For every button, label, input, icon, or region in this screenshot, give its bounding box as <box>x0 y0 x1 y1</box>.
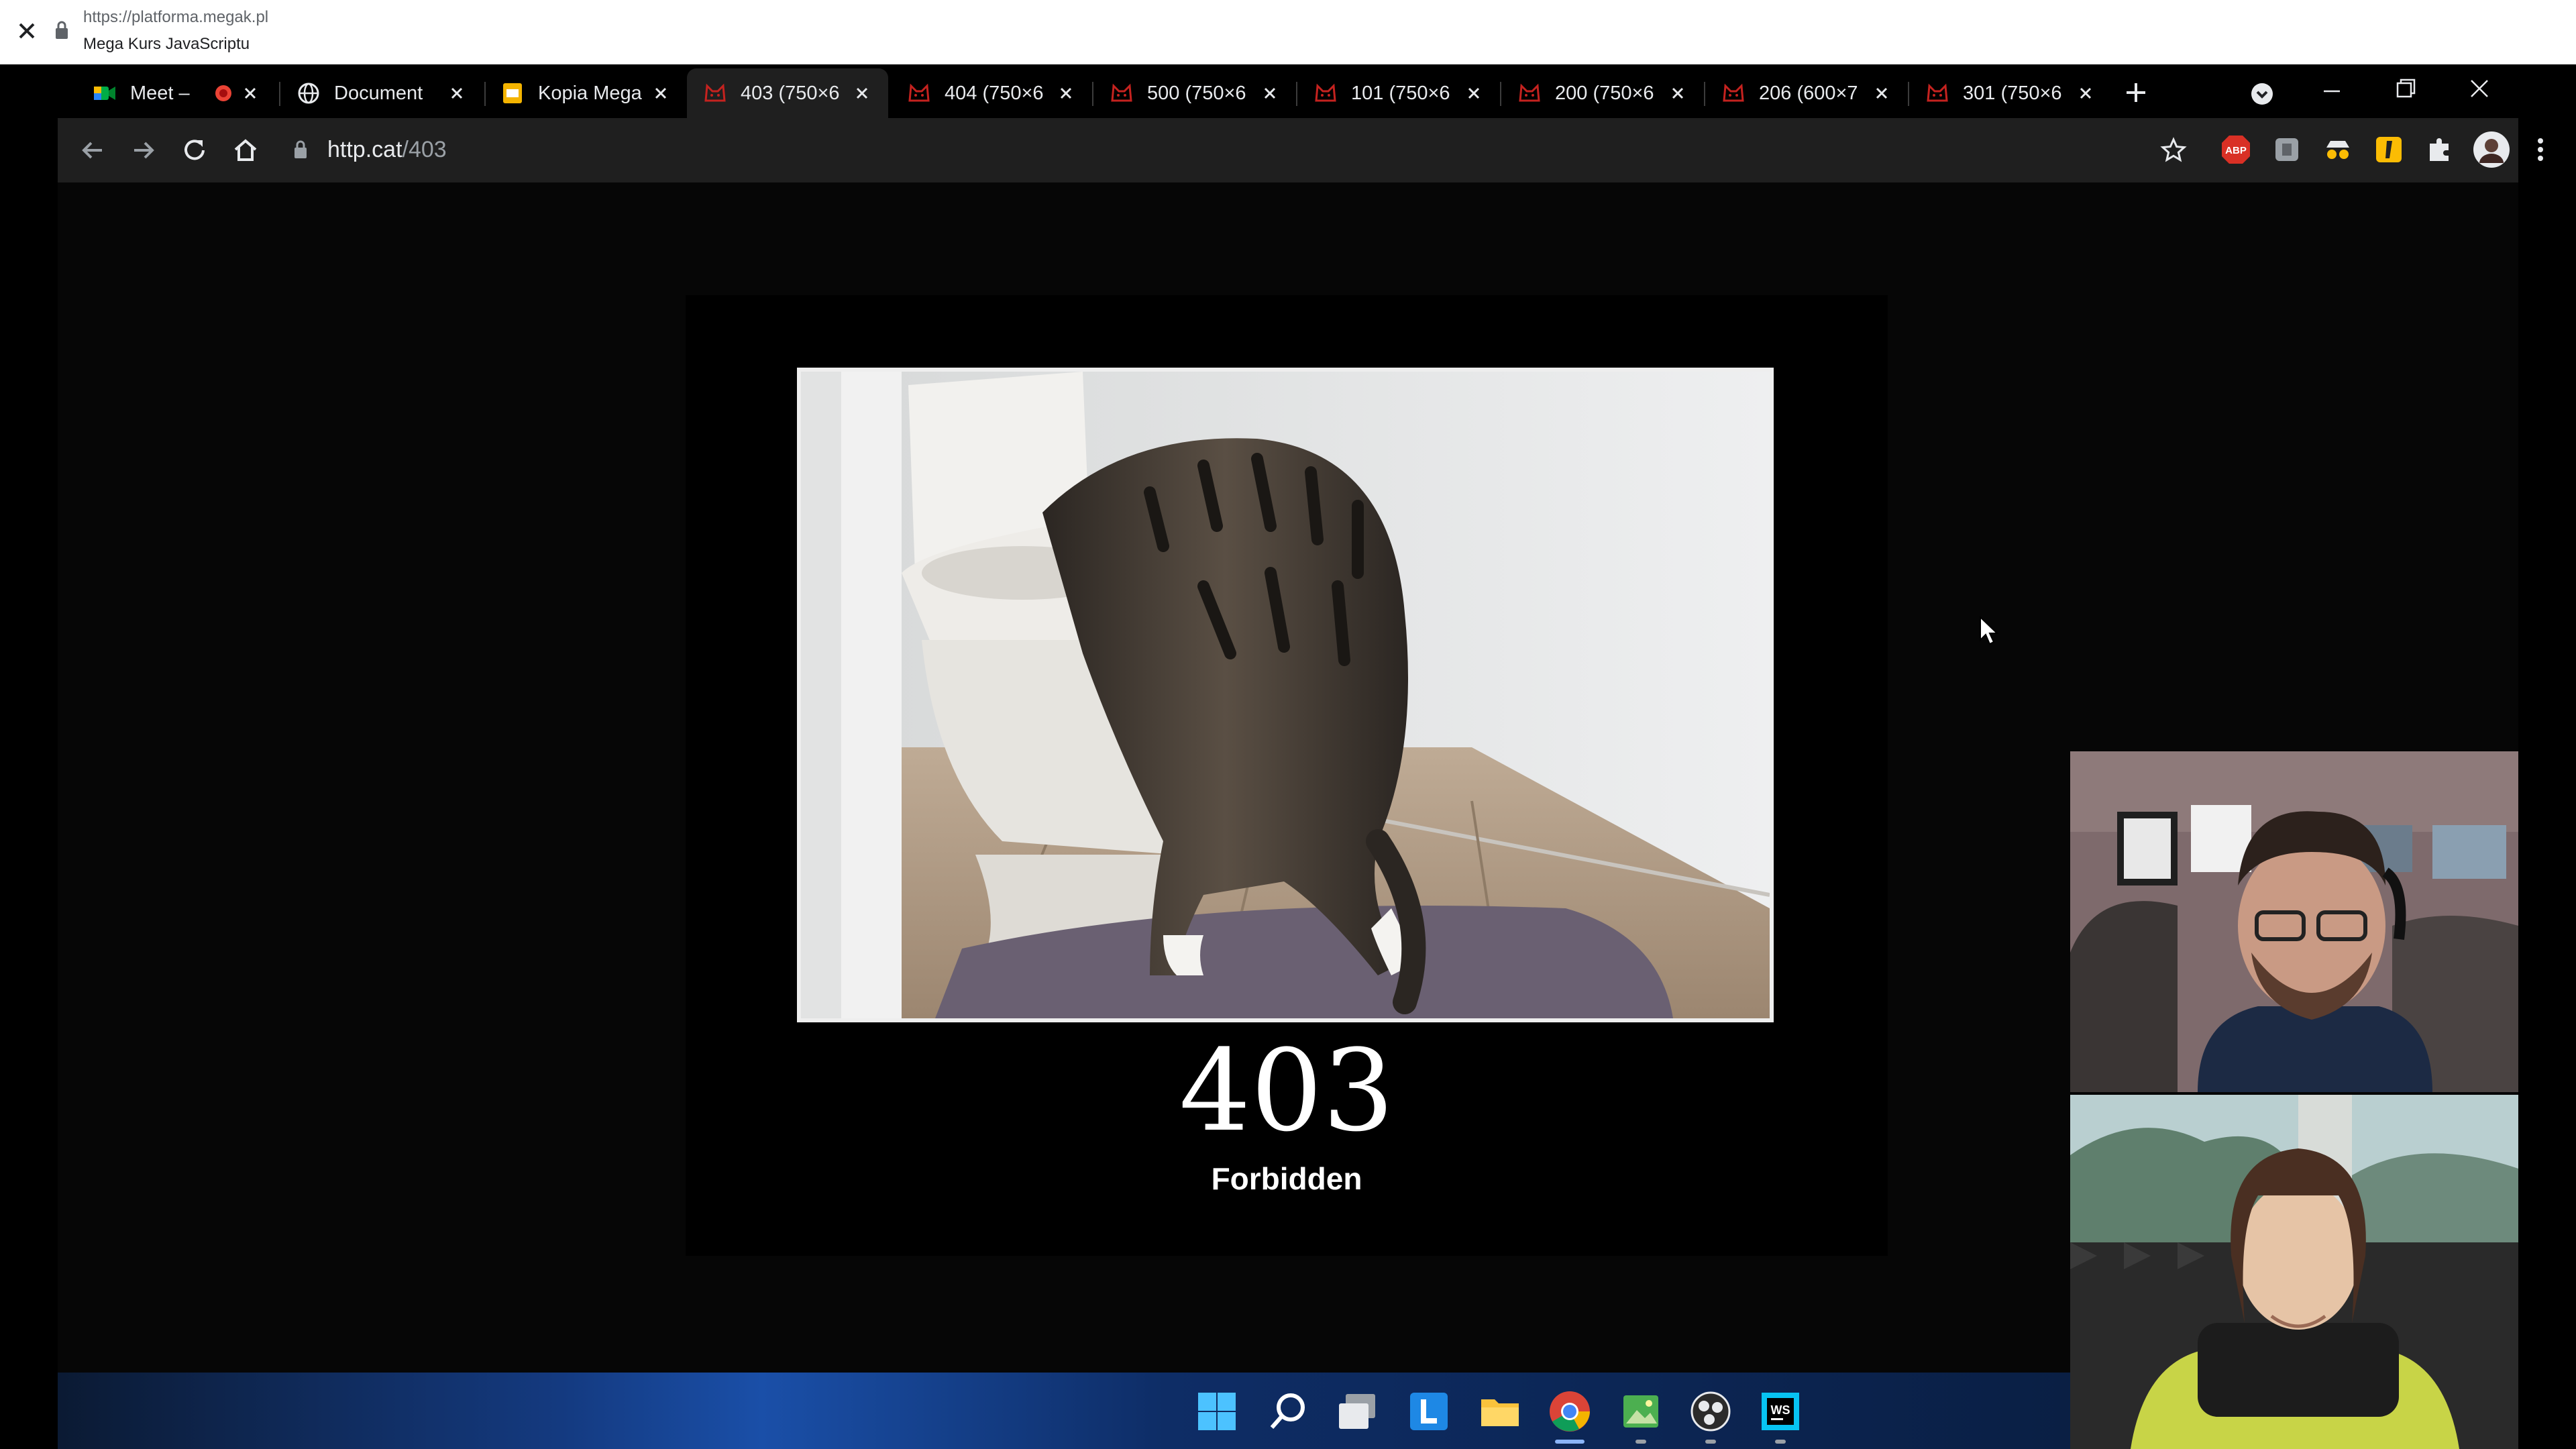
recording-dot-icon <box>215 85 231 101</box>
spy-extension-icon[interactable] <box>2321 133 2355 166</box>
home-icon[interactable] <box>229 134 262 166</box>
http-cat-icon <box>1517 81 1542 105</box>
chrome-active-indicator <box>1555 1440 1585 1444</box>
tab-close-icon[interactable] <box>651 83 671 103</box>
google-meet-icon <box>93 81 117 105</box>
globe-icon <box>297 81 321 105</box>
tab-label: 500 (750×6 <box>1147 82 1246 104</box>
tab-206[interactable]: 206 (600×7 <box>1705 68 1908 118</box>
tab-label: Kopia Mega <box>538 82 642 104</box>
task-view-icon[interactable] <box>1336 1390 1379 1433</box>
tab-meet[interactable]: Meet – <box>76 68 276 118</box>
browser-toolbar: http.cat/403 ABP <box>58 118 2543 182</box>
tab-label: 101 (750×6 <box>1351 82 1450 104</box>
minimize-icon[interactable] <box>2318 78 2345 105</box>
tab-close-icon[interactable] <box>1668 83 1688 103</box>
mouse-cursor-icon <box>1980 616 1999 645</box>
chrome-icon[interactable] <box>1548 1390 1591 1433</box>
tab-label: Meet – <box>130 82 190 104</box>
bookmark-star-icon[interactable] <box>2160 137 2187 164</box>
participant-video-1 <box>2070 751 2518 1092</box>
outer-title: Mega Kurs JavaScriptu <box>83 35 250 53</box>
tab-close-icon[interactable] <box>2076 83 2096 103</box>
l-app-icon[interactable] <box>1407 1390 1450 1433</box>
cat-photo <box>797 368 1774 1022</box>
windows-taskbar: WS <box>58 1373 2070 1449</box>
tab-close-icon[interactable] <box>852 83 872 103</box>
adblock-plus-icon[interactable]: ABP <box>2219 133 2253 166</box>
close-icon[interactable] <box>13 17 40 44</box>
url-path: /403 <box>402 137 447 162</box>
tab-label: 403 (750×6 <box>741 82 840 104</box>
new-tab-icon[interactable] <box>2123 79 2149 106</box>
http-cat-icon <box>907 81 931 105</box>
participant-video-2 <box>2070 1095 2518 1449</box>
tab-close-icon[interactable] <box>1260 83 1280 103</box>
tab-document[interactable]: Document <box>280 68 483 118</box>
tab-label: 200 (750×6 <box>1555 82 1654 104</box>
tab-500[interactable]: 500 (750×6 <box>1093 68 1296 118</box>
tab-close-icon[interactable] <box>1872 83 1892 103</box>
http-cat-card: 403 Forbidden <box>686 295 1888 1256</box>
status-code: 403 <box>1179 1025 1395 1157</box>
forward-arrow-icon[interactable] <box>127 134 160 166</box>
profile-avatar[interactable] <box>2473 131 2510 168</box>
address-bar[interactable]: http.cat/403 <box>279 127 2198 173</box>
participant-feed-image <box>2070 751 2518 1092</box>
tab-404[interactable]: 404 (750×6 <box>891 68 1092 118</box>
tab-close-icon[interactable] <box>447 83 467 103</box>
tab-close-icon[interactable] <box>1464 83 1484 103</box>
tab-301[interactable]: 301 (750×6 <box>1909 68 2112 118</box>
svg-text:WS: WS <box>1771 1403 1790 1417</box>
tab-label: Document <box>334 82 423 104</box>
yellow-extension-icon[interactable] <box>2372 133 2406 166</box>
kebab-menu-icon[interactable] <box>2524 133 2557 166</box>
lock-icon[interactable] <box>292 140 309 160</box>
url-host: http.cat <box>327 137 402 162</box>
running-indicator <box>1775 1440 1786 1444</box>
outer-app-bar: https://platforma.megak.pl Mega Kurs Jav… <box>0 0 2576 64</box>
http-cat-icon <box>703 81 727 105</box>
running-indicator <box>1705 1440 1716 1444</box>
slides-icon <box>500 81 525 105</box>
tab-label: 206 (600×7 <box>1759 82 1858 104</box>
http-cat-icon <box>1313 81 1338 105</box>
tab-101[interactable]: 101 (750×6 <box>1297 68 1500 118</box>
url-text[interactable]: http.cat/403 <box>327 137 447 163</box>
reload-icon[interactable] <box>178 134 211 166</box>
tab-close-icon[interactable] <box>240 83 260 103</box>
svg-text:ABP: ABP <box>2225 145 2247 156</box>
windows-start-icon[interactable] <box>1195 1390 1238 1433</box>
tab-search-icon[interactable] <box>2249 80 2275 107</box>
lock-icon <box>56 21 68 39</box>
tab-200[interactable]: 200 (750×6 <box>1501 68 1704 118</box>
search-icon[interactable] <box>1267 1390 1309 1433</box>
cat-drinking-toilet-image <box>801 372 1770 1018</box>
http-cat-icon <box>1721 81 1746 105</box>
file-explorer-icon[interactable] <box>1479 1390 1521 1433</box>
tab-label: 301 (750×6 <box>1963 82 2062 104</box>
puzzle-icon[interactable] <box>2423 133 2457 166</box>
tab-403-active[interactable]: 403 (750×6 <box>687 68 888 118</box>
grey-extension-icon[interactable] <box>2270 133 2304 166</box>
obs-icon[interactable] <box>1689 1390 1732 1433</box>
status-reason: Forbidden <box>1211 1161 1362 1196</box>
tab-strip: Meet – Document Kopia Mega 403 (750×6 40… <box>58 64 2518 118</box>
tab-kopia-mega[interactable]: Kopia Mega <box>484 68 687 118</box>
http-cat-icon <box>1925 81 1949 105</box>
restore-icon[interactable] <box>2392 75 2419 102</box>
participant-feed-image <box>2070 1095 2518 1449</box>
back-arrow-icon[interactable] <box>76 134 109 166</box>
tab-close-icon[interactable] <box>1056 83 1076 103</box>
image-viewer-icon[interactable] <box>1619 1390 1662 1433</box>
outer-url: https://platforma.megak.pl <box>83 8 269 26</box>
window-close-icon[interactable] <box>2466 75 2493 102</box>
webstorm-icon[interactable]: WS <box>1759 1390 1802 1433</box>
http-cat-icon <box>1110 81 1134 105</box>
running-indicator <box>1635 1440 1646 1444</box>
tab-label: 404 (750×6 <box>945 82 1044 104</box>
